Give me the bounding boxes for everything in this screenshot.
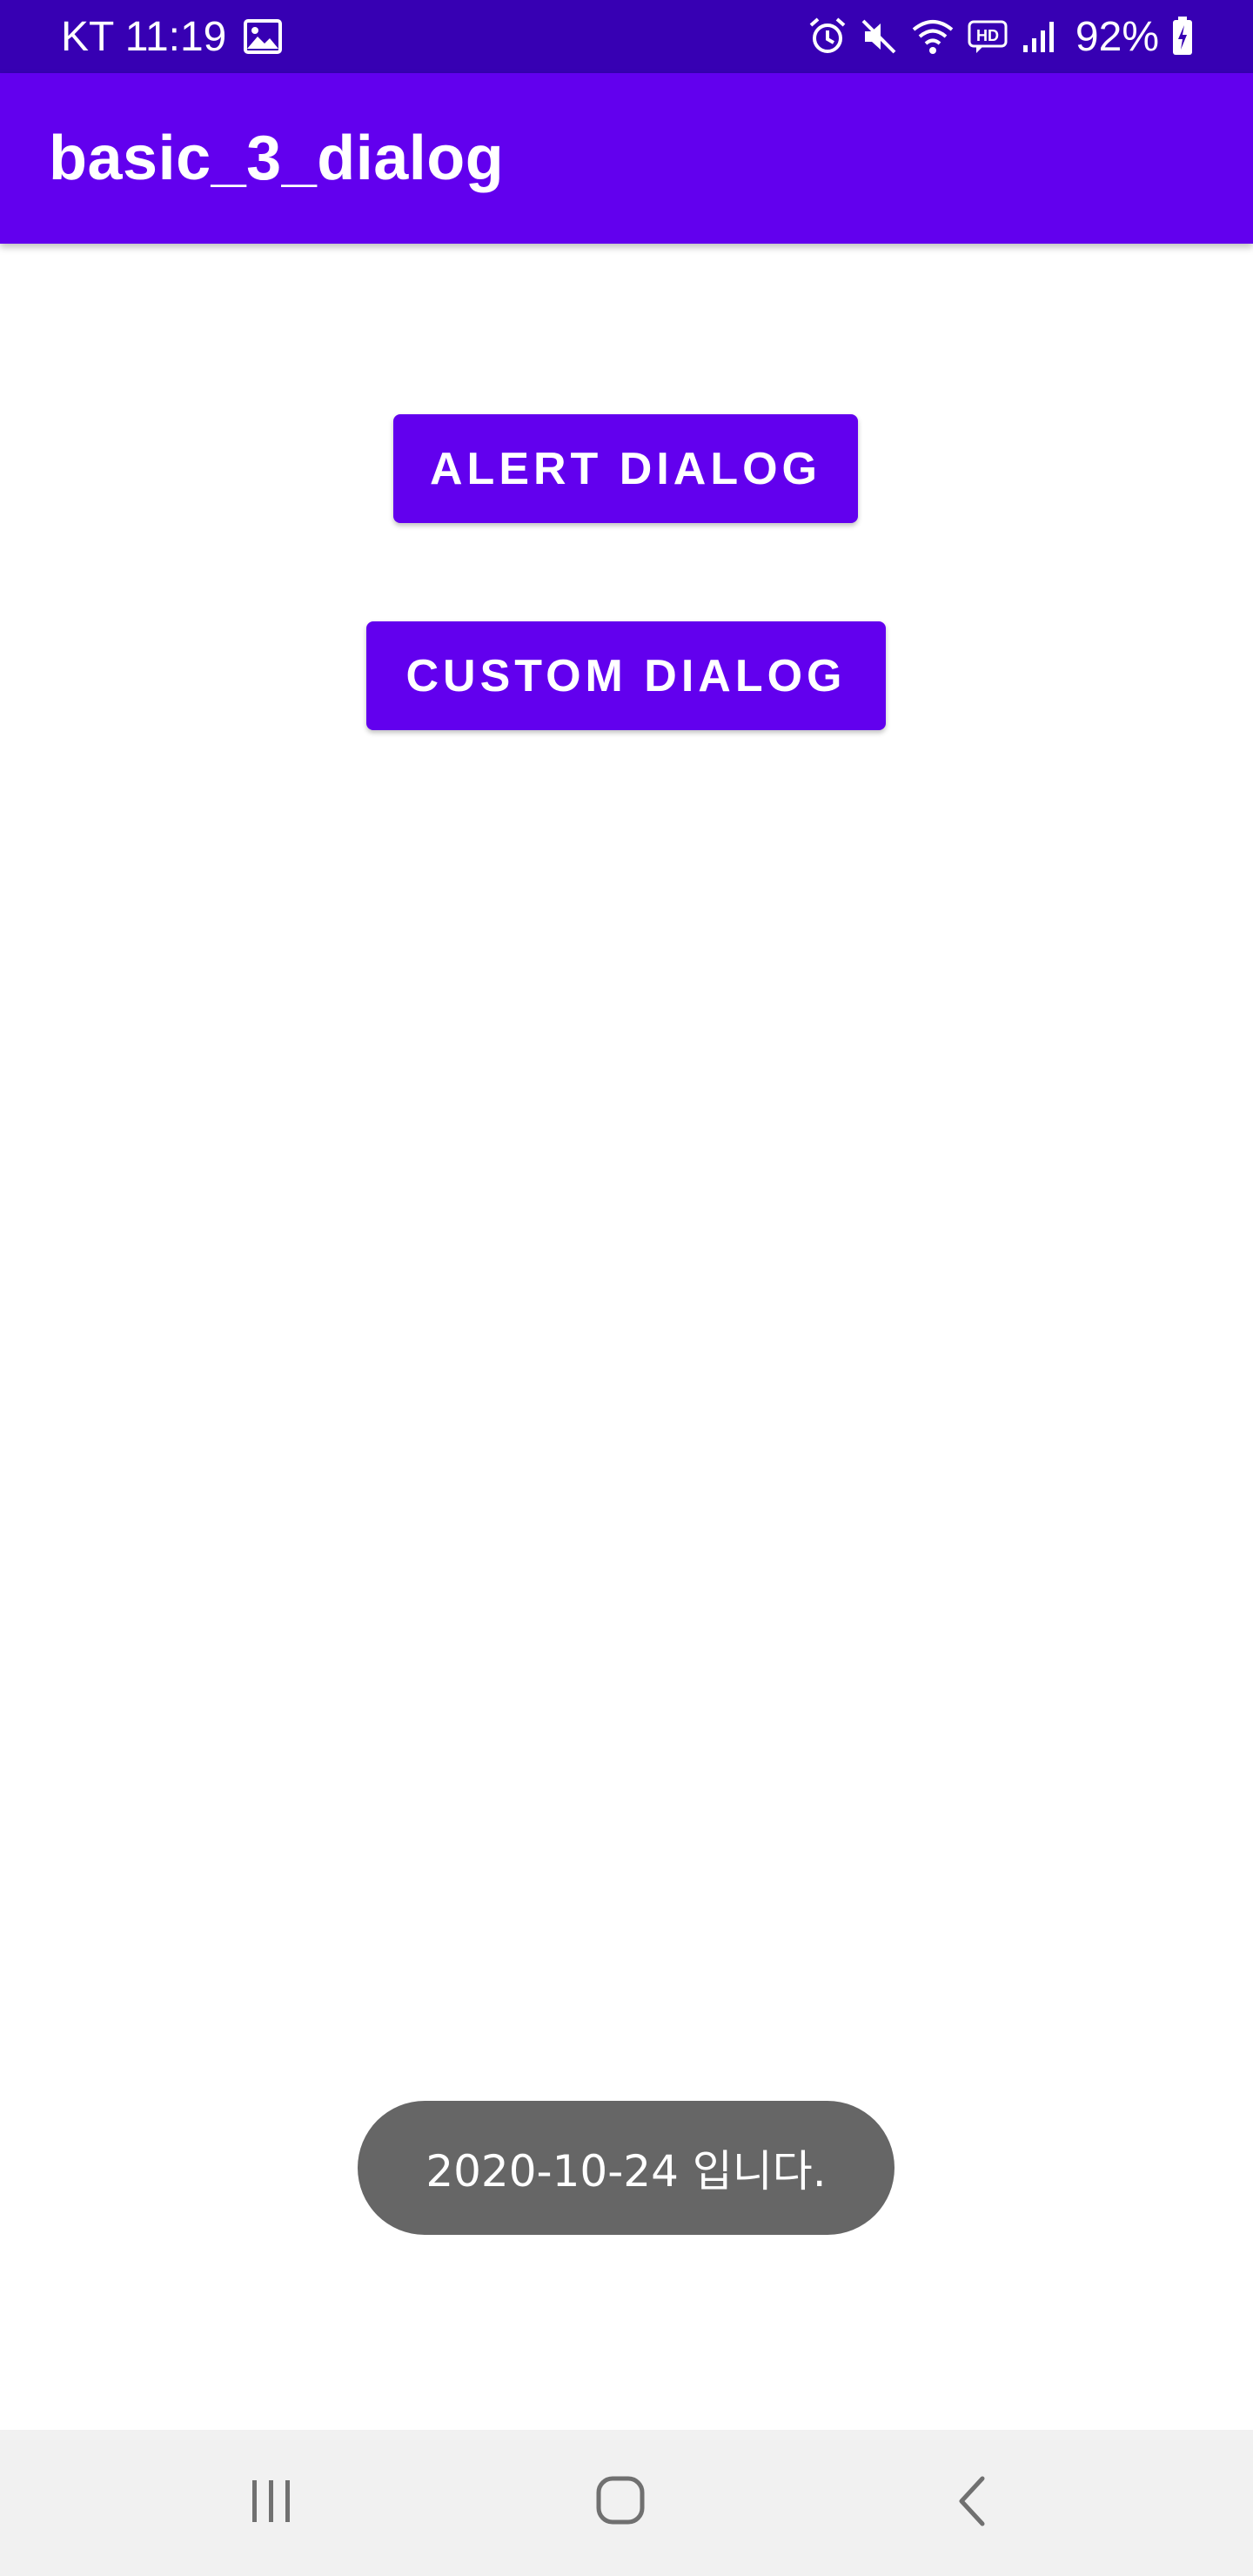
toast: 2020-10-24 입니다. — [358, 2101, 895, 2235]
recents-button[interactable] — [184, 2430, 358, 2576]
custom-dialog-button-label: CUSTOM DIALOG — [405, 650, 847, 701]
page-title: basic_3_dialog — [49, 124, 505, 193]
alert-dialog-button-label: ALERT DIALOG — [430, 443, 821, 494]
back-button[interactable] — [885, 2430, 1059, 2576]
battery-percent: 92% — [1075, 13, 1159, 60]
custom-dialog-button[interactable]: CUSTOM DIALOG — [366, 621, 886, 730]
status-bar: KT 11:19 HD 92% — [0, 0, 1253, 73]
carrier-time: KT 11:19 — [61, 13, 227, 60]
alarm-icon — [807, 17, 848, 57]
hd-voice-icon: HD — [968, 18, 1009, 55]
alert-dialog-button[interactable]: ALERT DIALOG — [393, 414, 858, 523]
app-bar: basic_3_dialog — [0, 73, 1253, 244]
wifi-icon — [910, 17, 955, 56]
svg-text:HD: HD — [976, 27, 999, 44]
back-icon — [953, 2475, 991, 2532]
signal-icon — [1022, 19, 1056, 54]
mute-icon — [860, 17, 898, 56]
status-right: HD 92% — [807, 13, 1194, 61]
gallery-icon — [244, 19, 283, 54]
toast-message: 2020-10-24 입니다. — [425, 2146, 827, 2197]
battery-charging-icon — [1171, 17, 1194, 57]
navigation-bar — [0, 2430, 1253, 2576]
status-left: KT 11:19 — [61, 13, 283, 61]
home-button[interactable] — [534, 2430, 708, 2576]
home-icon — [595, 2475, 647, 2532]
recents-icon — [245, 2477, 298, 2530]
